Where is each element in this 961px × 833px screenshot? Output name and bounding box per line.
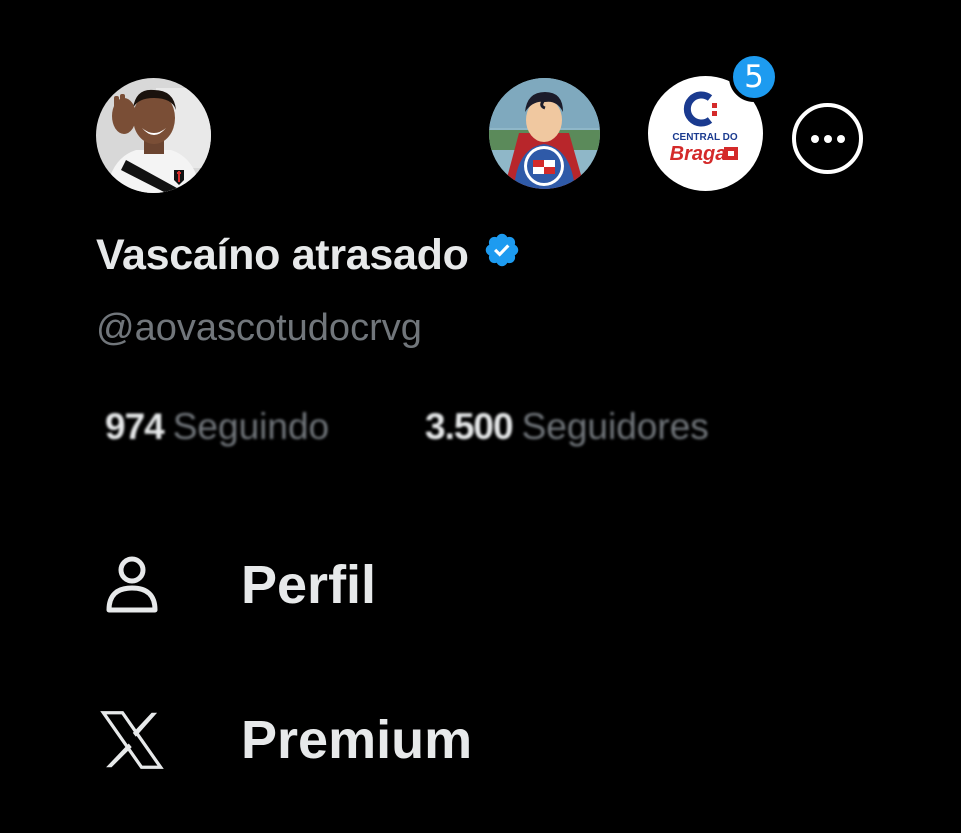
- menu-item-label: Perfil: [241, 555, 377, 615]
- profile-handle: @aovascotudocrvg: [96, 307, 422, 349]
- verified-badge-icon: [483, 231, 521, 280]
- followers-count: 3.500: [425, 406, 514, 447]
- following-count: 974: [105, 406, 165, 447]
- menu-item-perfil[interactable]: Perfil: [96, 540, 796, 630]
- menu-item-premium[interactable]: Premium: [96, 695, 796, 785]
- following-link[interactable]: 974 Seguindo: [105, 406, 329, 448]
- followers-link[interactable]: 3.500 Seguidores: [425, 406, 709, 448]
- more-dots-icon: [810, 134, 845, 143]
- followers-label: Seguidores: [521, 406, 709, 447]
- notification-count-badge: 5: [729, 52, 779, 102]
- more-accounts-button[interactable]: [792, 103, 863, 174]
- x-logo-icon: [96, 710, 168, 770]
- following-label: Seguindo: [172, 406, 330, 447]
- display-name-text: Vascaíno atrasado: [96, 231, 469, 279]
- person-icon: [96, 554, 168, 616]
- menu-item-label: Premium: [241, 710, 473, 770]
- switch-account-avatar[interactable]: [489, 78, 600, 189]
- svg-text:CENTRAL DO: CENTRAL DO: [672, 132, 738, 143]
- profile-display-name[interactable]: Vascaíno atrasado: [96, 231, 521, 280]
- svg-text:Braga: Braga: [670, 143, 727, 165]
- profile-avatar[interactable]: [96, 78, 211, 193]
